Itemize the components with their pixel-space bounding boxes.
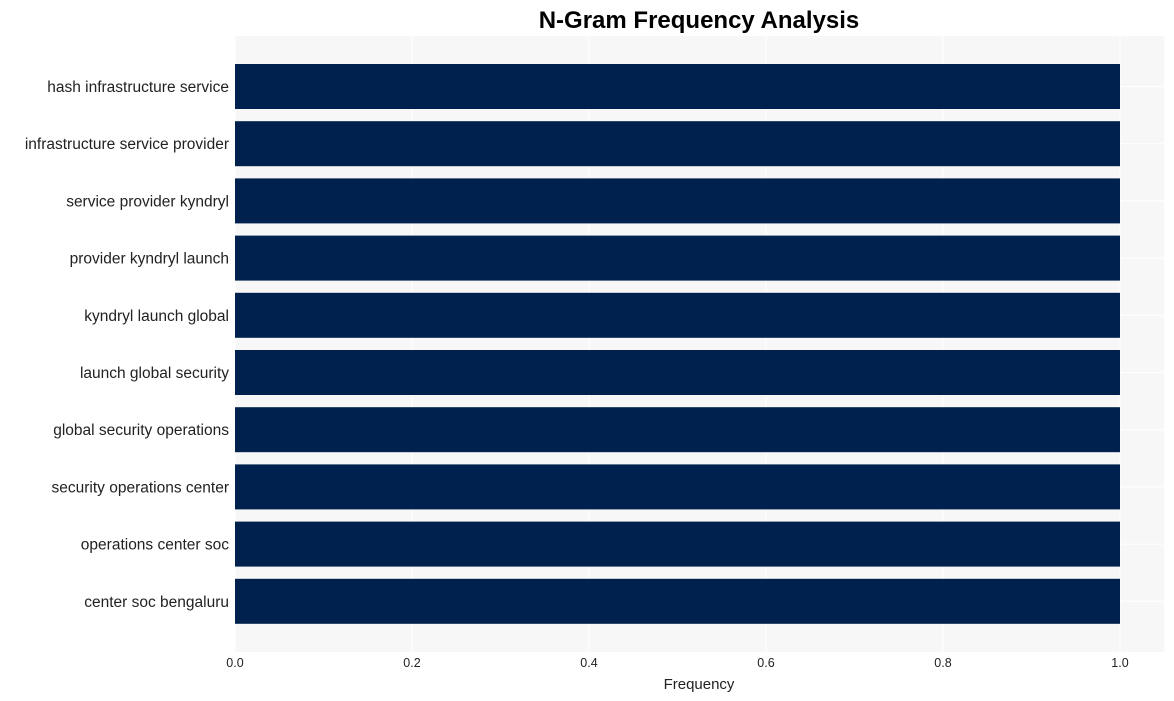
y-tick-label: service provider kyndryl bbox=[66, 193, 229, 210]
y-tick-label: launch global security bbox=[80, 365, 229, 382]
x-tick-label: 1.0 bbox=[1111, 656, 1128, 670]
bar bbox=[235, 407, 1120, 453]
x-tick-label: 0.0 bbox=[226, 656, 243, 670]
y-tick-label: hash infrastructure service bbox=[47, 79, 229, 96]
bar bbox=[235, 292, 1120, 338]
x-tick-label: 0.6 bbox=[757, 656, 774, 670]
bar bbox=[235, 578, 1120, 624]
bar bbox=[235, 178, 1120, 224]
bar bbox=[235, 235, 1120, 281]
bar bbox=[235, 521, 1120, 567]
y-tick-label: infrastructure service provider bbox=[25, 136, 229, 153]
ngram-bar-chart: hash infrastructure service infrastructur… bbox=[25, 7, 1165, 693]
bar bbox=[235, 350, 1120, 395]
y-tick-label: kyndryl launch global bbox=[84, 308, 229, 325]
bar bbox=[235, 464, 1120, 510]
x-axis-ticks: 0.0 0.2 0.4 0.6 0.8 1.0 bbox=[226, 656, 1128, 670]
y-tick-label: provider kyndryl launch bbox=[70, 251, 229, 268]
chart-title: N-Gram Frequency Analysis bbox=[539, 7, 860, 34]
y-tick-label: global security operations bbox=[53, 422, 229, 439]
x-axis-label: Frequency bbox=[664, 676, 735, 693]
x-tick-label: 0.8 bbox=[934, 656, 951, 670]
x-tick-label: 0.4 bbox=[580, 656, 597, 670]
y-tick-label: operations center soc bbox=[81, 537, 229, 554]
x-tick-label: 0.2 bbox=[403, 656, 420, 670]
bar bbox=[235, 121, 1120, 167]
y-tick-label: center soc bengaluru bbox=[84, 594, 229, 611]
y-axis-labels: hash infrastructure service infrastructur… bbox=[25, 79, 229, 611]
y-tick-label: security operations center bbox=[52, 479, 229, 496]
bar bbox=[235, 64, 1120, 109]
